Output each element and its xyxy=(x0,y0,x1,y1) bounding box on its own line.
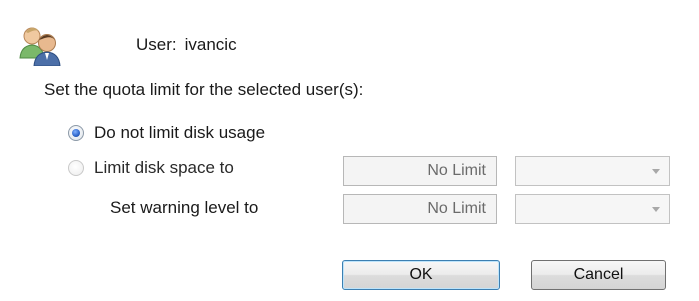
warning-unit-dropdown[interactable] xyxy=(515,194,670,224)
cancel-button[interactable]: Cancel xyxy=(531,260,666,290)
chevron-down-icon xyxy=(652,169,660,174)
user-row: User: ivancic xyxy=(18,24,237,67)
limit-disk-space-value: No Limit xyxy=(427,162,486,179)
limit-unit-dropdown[interactable] xyxy=(515,156,670,186)
radio-no-limit[interactable]: Do not limit disk usage xyxy=(68,123,265,143)
radio-limit-disk-space-label: Limit disk space to xyxy=(94,158,234,177)
quota-dialog: User: ivancic Set the quota limit for th… xyxy=(0,0,699,301)
radio-limit-disk-space-button[interactable] xyxy=(68,160,84,176)
user-label: User: ivancic xyxy=(136,35,237,55)
chevron-down-icon xyxy=(652,207,660,212)
warning-level-field[interactable]: No Limit xyxy=(343,194,497,224)
warning-level-value: No Limit xyxy=(427,200,486,217)
radio-no-limit-button[interactable] xyxy=(68,125,84,141)
warning-level-label: Set warning level to xyxy=(110,198,259,217)
user-name: ivancic xyxy=(184,35,237,54)
radio-no-limit-label: Do not limit disk usage xyxy=(94,123,266,142)
user-prefix: User: xyxy=(136,35,177,54)
ok-button[interactable]: OK xyxy=(342,260,500,290)
instruction-text: Set the quota limit for the selected use… xyxy=(44,80,364,99)
limit-disk-space-field[interactable]: No Limit xyxy=(343,156,497,186)
users-icon xyxy=(18,24,62,67)
radio-limit-disk-space[interactable]: Limit disk space to xyxy=(68,158,234,178)
